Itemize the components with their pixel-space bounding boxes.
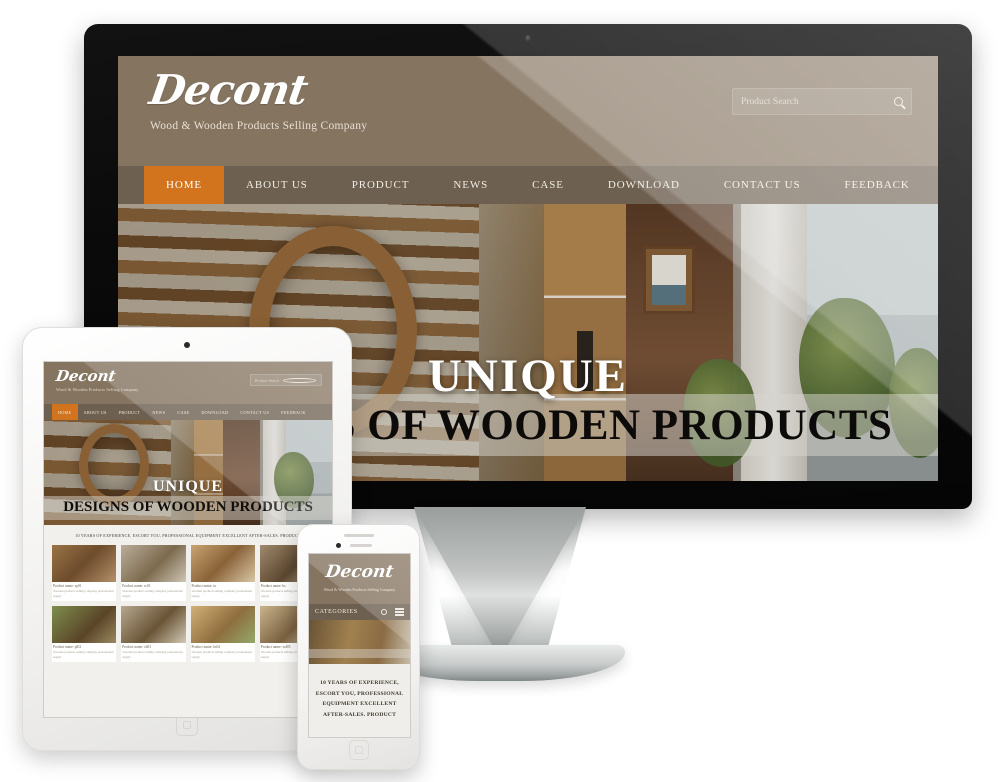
- product-thumbnail: [121, 545, 186, 583]
- logo-tagline: Wood & Wooden Products Selling Company: [150, 120, 368, 132]
- site-logo[interactable]: Decont Wood & Wooden Products Selling Co…: [146, 66, 368, 132]
- phone-screen: Decont Wood & Wooden Products Selling Co…: [308, 553, 411, 738]
- phone-slogan: 10 YEARS OF EXPERIENCE, ESCORT YOU, PROF…: [315, 680, 404, 718]
- product-card[interactable]: Product name: ta Wooden products selling…: [190, 545, 255, 601]
- tablet-slogan: 10 YEARS OF EXPERIENCE, ESCORT YOU, PROF…: [75, 533, 301, 538]
- phone-camera-icon: [336, 543, 341, 548]
- phone-hero-banner: [309, 620, 410, 664]
- phone-speaker-icon: [343, 534, 374, 537]
- search-icon[interactable]: [381, 609, 387, 615]
- tablet-logo-wordmark: Decont: [54, 367, 117, 385]
- phone-logo-tagline: Wood & Wooden Products Selling Company: [323, 587, 396, 592]
- phone-categories-label[interactable]: CATEGORIES: [315, 609, 381, 615]
- product-desc: Wooden products selling company professi…: [53, 649, 114, 659]
- tablet-nav-item-about-us[interactable]: ABOUT US: [78, 404, 113, 420]
- tablet-search-box[interactable]: Product Search: [250, 374, 322, 386]
- tablet-search-placeholder: Product Search: [255, 377, 280, 383]
- responsive-mockup-scene: Decont Wood & Wooden Products Selling Co…: [0, 0, 1000, 782]
- tablet-nav-item-news[interactable]: NEWS: [146, 404, 171, 420]
- tablet-hero-headline-secondary: DESIGNS OF WOODEN PRODUCTS: [63, 499, 313, 515]
- nav-item-about-us[interactable]: ABOUT US: [224, 166, 330, 204]
- tablet-logo-tagline: Wood & Wooden Products Selling Company: [56, 387, 139, 392]
- search-input[interactable]: [733, 96, 885, 107]
- product-thumbnail: [190, 545, 255, 583]
- product-desc: Wooden products selling company professi…: [191, 649, 252, 659]
- tablet-navigation: HOME ABOUT US PRODUCT NEWS CASE DOWNLOAD…: [44, 404, 332, 420]
- hamburger-menu-icon[interactable]: [395, 608, 404, 616]
- product-desc: Wooden products selling company professi…: [191, 589, 252, 599]
- site-header: Decont Wood & Wooden Products Selling Co…: [118, 56, 938, 166]
- nav-item-download[interactable]: DOWNLOAD: [586, 166, 702, 204]
- nav-item-case[interactable]: CASE: [510, 166, 586, 204]
- search-icon: [893, 97, 903, 106]
- product-desc: Wooden products selling company professi…: [122, 649, 183, 659]
- search-button[interactable]: [885, 89, 911, 114]
- tablet-nav-item-download[interactable]: DOWNLOAD: [195, 404, 234, 420]
- tablet-hero-headline-primary: UNIQUE: [152, 478, 223, 495]
- search-icon: [282, 377, 316, 383]
- tablet-nav-item-contact-us[interactable]: CONTACT US: [234, 404, 275, 420]
- nav-item-news[interactable]: NEWS: [431, 166, 510, 204]
- tablet-site-header: Decont Wood & Wooden Products Selling Co…: [44, 362, 332, 404]
- product-card[interactable]: Product name: pl02 Wooden products selli…: [52, 605, 117, 662]
- phone-sensor-icon: [350, 544, 372, 547]
- product-card[interactable]: Product name: sp01 Wooden products selli…: [52, 545, 117, 601]
- product-card[interactable]: Product name: hs04 Wooden products selli…: [190, 605, 255, 662]
- tablet-camera-icon: [184, 342, 190, 348]
- tablet-product-grid: Product name: sp01 Wooden products selli…: [52, 545, 324, 662]
- phone-logo-wordmark: Decont: [324, 562, 395, 582]
- phone-categories-bar: CATEGORIES: [309, 604, 410, 620]
- main-navigation: HOME ABOUT US PRODUCT NEWS CASE DOWNLOAD…: [118, 166, 938, 204]
- logo-wordmark: Decont: [146, 66, 311, 114]
- product-card[interactable]: Product name: sc01 Wooden products selli…: [121, 545, 186, 601]
- phone-home-button[interactable]: [348, 740, 369, 760]
- product-search-box[interactable]: [732, 88, 912, 115]
- tablet-nav-item-feedback[interactable]: FEEDBACK: [275, 404, 312, 420]
- tablet-nav-item-product[interactable]: PRODUCT: [113, 404, 147, 420]
- product-desc: Wooden products selling company professi…: [53, 589, 114, 599]
- product-thumbnail: [52, 605, 117, 643]
- product-thumbnail: [190, 605, 255, 643]
- tablet-screen: Decont Wood & Wooden Products Selling Co…: [43, 361, 333, 718]
- tablet-hero-banner: UNIQUE DESIGNS OF WOODEN PRODUCTS: [44, 420, 332, 525]
- product-thumbnail: [121, 605, 186, 643]
- phone-device: Decont Wood & Wooden Products Selling Co…: [297, 524, 420, 770]
- tablet-nav-item-home[interactable]: HOME: [52, 404, 78, 420]
- nav-item-feedback[interactable]: FEEDBACK: [823, 166, 932, 204]
- phone-site-header: Decont Wood & Wooden Products Selling Co…: [309, 554, 410, 604]
- product-thumbnail: [52, 545, 117, 583]
- product-desc: Wooden products selling company professi…: [122, 589, 183, 599]
- nav-item-contact-us[interactable]: CONTACT US: [702, 166, 823, 204]
- tablet-nav-item-case[interactable]: CASE: [171, 404, 195, 420]
- nav-item-home[interactable]: HOME: [144, 166, 224, 204]
- tablet-content-body: 10 YEARS OF EXPERIENCE, ESCORT YOU, PROF…: [44, 525, 332, 717]
- webcam-icon: [525, 35, 531, 42]
- nav-item-product[interactable]: PRODUCT: [330, 166, 432, 204]
- product-card[interactable]: Product name: ch03 Wooden products selli…: [121, 605, 186, 662]
